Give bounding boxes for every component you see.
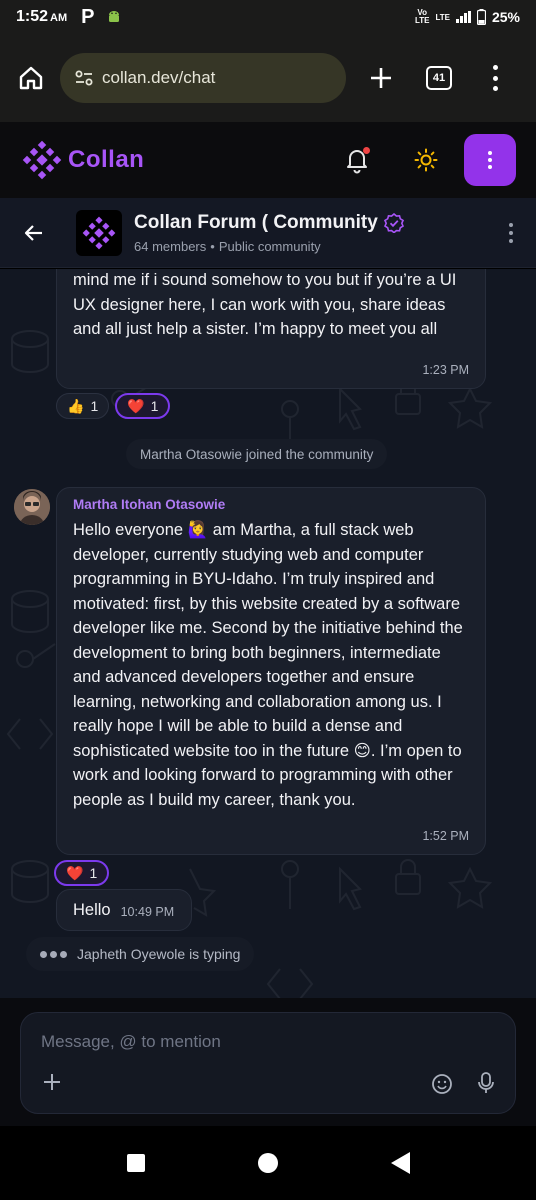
community-meta: 64 members • Public community (134, 238, 321, 254)
message-bubble[interactable]: Martha Itohan Otasowie Hello everyone 🙋‍… (56, 487, 486, 855)
message-bubble[interactable]: Hello 10:49 PM (56, 889, 192, 931)
plus-icon (371, 68, 391, 88)
message-time: 1:23 PM (422, 362, 469, 377)
status-right: Vo LTE LTE 25% (415, 9, 520, 25)
message-time: 10:49 PM (120, 904, 175, 919)
reaction-heart[interactable]: ❤️ 1 (115, 393, 171, 419)
recents-button[interactable] (126, 1154, 145, 1172)
notifications-button[interactable] (344, 146, 370, 174)
home-button[interactable] (14, 61, 48, 95)
message-input[interactable] (41, 1027, 481, 1057)
typing-indicator: Japheth Oyewole is typing (26, 937, 255, 971)
reaction-thumbs-up[interactable]: 👍 1 (56, 393, 110, 419)
notification-dot (363, 147, 370, 154)
android-icon (109, 11, 120, 22)
address-bar[interactable]: collan.dev/chat (60, 53, 346, 103)
chat-options-button[interactable] (508, 222, 514, 243)
reaction-heart[interactable]: ❤️ 1 (54, 860, 110, 886)
lte-label: LTE (435, 12, 450, 22)
emoji-icon[interactable] (431, 1073, 453, 1095)
message-text: Hello everyone 🙋‍♀️ am Martha, a full st… (73, 521, 463, 809)
community-name: Collan Forum ( Community (134, 211, 378, 233)
member-count: 64 members (134, 238, 207, 254)
attach-plus-icon[interactable] (41, 1071, 63, 1093)
browser-toolbar: collan.dev/chat 41 (0, 34, 536, 122)
tab-switcher-button[interactable]: 41 (426, 66, 452, 90)
battery-icon (476, 9, 486, 25)
typing-text: Japheth Oyewole is typing (77, 946, 241, 962)
community-visibility: Public community (218, 238, 321, 254)
home-nav-button[interactable] (257, 1153, 278, 1173)
volte-indicator: Vo LTE (414, 8, 430, 25)
verified-badge-icon (383, 212, 404, 233)
collan-logo-icon (22, 140, 62, 180)
site-settings-icon[interactable] (74, 68, 94, 88)
community-info[interactable]: Collan Forum ( Community 64 members • Publ… (134, 212, 404, 254)
back-nav-button[interactable] (390, 1152, 410, 1174)
collan-logo-icon (82, 216, 116, 249)
message-text: mind me if i sound somehow to you but if… (73, 271, 457, 338)
back-arrow-icon[interactable] (22, 221, 46, 245)
app-header: Collan (0, 122, 536, 198)
url-text: collan.dev/chat (102, 68, 216, 87)
message-text: Hello (73, 900, 111, 919)
microphone-icon[interactable] (475, 1071, 497, 1095)
avatar[interactable] (14, 489, 50, 525)
battery-level: 25% (491, 9, 520, 25)
community-avatar[interactable] (76, 209, 122, 256)
message-list[interactable]: mind me if i sound somehow to you but if… (0, 269, 536, 998)
new-tab-button[interactable] (366, 63, 396, 93)
brand-name: Collan (68, 146, 145, 173)
home-icon (19, 66, 43, 90)
chat-header: Collan Forum ( Community 64 members • Publ… (0, 198, 536, 268)
user-avatar-image (14, 489, 50, 525)
signal-icon (455, 11, 471, 23)
app-menu-button[interactable] (464, 134, 516, 186)
notification-app-icon: P (81, 5, 95, 28)
typing-dots-icon (40, 950, 67, 958)
reactions-row: 👍 1 ❤️ 1 (56, 393, 171, 419)
reactions-row: ❤️ 1 (54, 860, 110, 886)
message-author[interactable]: Martha Itohan Otasowie (73, 496, 469, 514)
message-composer (20, 1012, 516, 1114)
system-message: Martha Otasowie joined the community (126, 439, 388, 469)
sun-icon[interactable] (414, 148, 438, 172)
message-bubble[interactable]: mind me if i sound somehow to you but if… (56, 269, 486, 389)
system-nav-bar (0, 1126, 536, 1200)
message-time: 1:52 PM (422, 828, 469, 843)
browser-menu-button[interactable] (490, 65, 500, 91)
status-bar: 1:52 AM P Vo LTE LTE 25% (0, 0, 536, 34)
composer-area (0, 998, 536, 1126)
status-time: 1:52 AM (16, 8, 68, 25)
brand-logo[interactable]: Collan (22, 140, 144, 180)
